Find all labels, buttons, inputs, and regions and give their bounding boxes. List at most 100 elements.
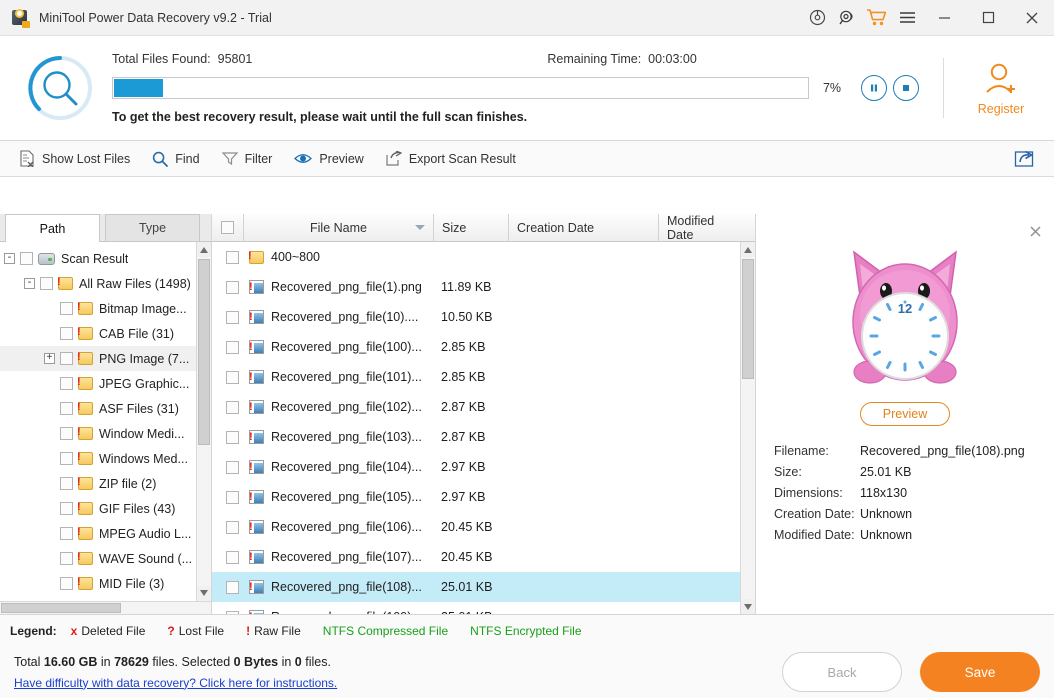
tree-item[interactable]: !GIF Files (43)	[0, 496, 196, 521]
tree-item[interactable]: !JPEG Graphic...	[0, 371, 196, 396]
row-checkbox[interactable]	[226, 491, 239, 504]
scroll-up-arrow[interactable]	[197, 242, 211, 257]
scroll-down-arrow[interactable]	[741, 599, 755, 614]
toolbar-share-button[interactable]	[1002, 141, 1046, 177]
tree-item-checkbox[interactable]	[60, 327, 73, 340]
row-checkbox[interactable]	[226, 581, 239, 594]
scroll-down-arrow[interactable]	[197, 586, 211, 601]
row-checkbox[interactable]	[226, 401, 239, 414]
column-header-creation-date[interactable]: Creation Date	[509, 214, 659, 242]
tree-item-checkbox[interactable]	[20, 252, 33, 265]
table-row[interactable]: !Recovered_png_file(1).png11.89 KB	[212, 272, 740, 302]
column-header-modified-date[interactable]: Modified Date	[659, 214, 749, 242]
maximize-icon[interactable]	[966, 0, 1010, 36]
row-checkbox[interactable]	[226, 461, 239, 474]
table-row[interactable]: !Recovered_png_file(109)...25.01 KB	[212, 602, 740, 614]
minimize-icon[interactable]	[922, 0, 966, 36]
tree-item[interactable]: !Window Medi...	[0, 421, 196, 446]
tree-item-checkbox[interactable]	[60, 352, 73, 365]
select-all-checkbox[interactable]	[221, 221, 234, 234]
tree-item[interactable]: !CAB File (31)	[0, 321, 196, 346]
tree-item[interactable]: +!PNG Image (7...	[0, 346, 196, 371]
toolbar-item-filter[interactable]: Filter	[211, 141, 284, 177]
tree-item-checkbox[interactable]	[60, 577, 73, 590]
tree-item-checkbox[interactable]	[60, 402, 73, 415]
scrollbar-thumb[interactable]	[198, 259, 210, 445]
scan-result-tree[interactable]: -Scan Result-!All Raw Files (1498)!Bitma…	[0, 242, 196, 601]
tree-item-checkbox[interactable]	[60, 527, 73, 540]
collapse-icon[interactable]: -	[4, 253, 15, 264]
table-row[interactable]: !Recovered_png_file(102)...2.87 KB	[212, 392, 740, 422]
expand-icon[interactable]: +	[44, 353, 55, 364]
table-row[interactable]: !Recovered_png_file(100)...2.85 KB	[212, 332, 740, 362]
register-button[interactable]: Register	[962, 61, 1040, 116]
close-icon[interactable]	[1026, 222, 1044, 240]
tab-type[interactable]: Type	[105, 214, 200, 241]
collapse-icon[interactable]: -	[24, 278, 35, 289]
preview-panel: 12 Preview Filename:Recovered_png_file(1…	[756, 214, 1054, 614]
tree-item[interactable]: -Scan Result	[0, 246, 196, 271]
select-all-checkbox-header[interactable]	[212, 214, 244, 242]
back-button[interactable]: Back	[782, 652, 902, 692]
table-row[interactable]: !Recovered_png_file(101)...2.85 KB	[212, 362, 740, 392]
headset-support-icon[interactable]	[832, 0, 862, 36]
tree-item-checkbox[interactable]	[60, 452, 73, 465]
tree-item[interactable]: !MID File (3)	[0, 571, 196, 596]
toolbar-item-preview[interactable]: Preview	[283, 141, 374, 177]
table-row[interactable]: !Recovered_png_file(108)...25.01 KB	[212, 572, 740, 602]
help-link[interactable]: Have difficulty with data recovery? Clic…	[14, 676, 782, 690]
toolbar-item-find[interactable]: Find	[141, 141, 210, 177]
tree-item-checkbox[interactable]	[60, 502, 73, 515]
metadata-value: 118x130	[860, 486, 907, 500]
row-checkbox[interactable]	[226, 521, 239, 534]
tree-item[interactable]: !WAVE Sound (...	[0, 546, 196, 571]
tree-item-checkbox[interactable]	[60, 552, 73, 565]
table-row[interactable]: !Recovered_png_file(103)...2.87 KB	[212, 422, 740, 452]
toolbar-item-show-lost-files[interactable]: Show Lost Files	[8, 141, 141, 177]
scrollbar-thumb[interactable]	[1, 603, 121, 613]
folder-raw-icon: !	[78, 427, 93, 440]
row-checkbox[interactable]	[226, 341, 239, 354]
scroll-up-arrow[interactable]	[741, 242, 755, 257]
row-checkbox[interactable]	[226, 431, 239, 444]
scrollbar-thumb[interactable]	[742, 259, 754, 379]
row-checkbox[interactable]	[226, 311, 239, 324]
tab-path[interactable]: Path	[5, 214, 100, 242]
table-row[interactable]: !Recovered_png_file(106)...20.45 KB	[212, 512, 740, 542]
save-button[interactable]: Save	[920, 652, 1040, 692]
table-row[interactable]: !Recovered_png_file(104)...2.97 KB	[212, 452, 740, 482]
table-row[interactable]: !Recovered_png_file(107)...20.45 KB	[212, 542, 740, 572]
table-row[interactable]: !Recovered_png_file(105)...2.97 KB	[212, 482, 740, 512]
shopping-cart-icon[interactable]	[862, 0, 892, 36]
tree-item-checkbox[interactable]	[60, 302, 73, 315]
column-header-size[interactable]: Size	[434, 214, 509, 242]
tree-item-checkbox[interactable]	[60, 427, 73, 440]
file-list-body[interactable]: !400~800!Recovered_png_file(1).png11.89 …	[212, 242, 740, 614]
tree-h-scrollbar[interactable]	[0, 601, 211, 614]
table-row[interactable]: !Recovered_png_file(10)....10.50 KB	[212, 302, 740, 332]
row-checkbox[interactable]	[226, 371, 239, 384]
tree-item[interactable]: !Windows Med...	[0, 446, 196, 471]
toolbar-item-export-scan-result[interactable]: Export Scan Result	[375, 141, 527, 177]
tree-item-checkbox[interactable]	[40, 277, 53, 290]
preview-button[interactable]: Preview	[860, 402, 950, 426]
pause-icon[interactable]	[861, 75, 887, 101]
tree-item[interactable]: !Bitmap Image...	[0, 296, 196, 321]
stop-icon[interactable]	[893, 75, 919, 101]
close-icon[interactable]	[1010, 0, 1054, 36]
tree-item-checkbox[interactable]	[60, 377, 73, 390]
tree-scrollbar[interactable]	[196, 242, 211, 601]
hamburger-menu-icon[interactable]	[892, 0, 922, 36]
tree-item[interactable]: !ZIP file (2)	[0, 471, 196, 496]
row-checkbox[interactable]	[226, 551, 239, 564]
column-header-file-name[interactable]: File Name	[244, 214, 434, 242]
tree-item-checkbox[interactable]	[60, 477, 73, 490]
file-list-scrollbar[interactable]	[740, 242, 755, 614]
disc-icon[interactable]	[802, 0, 832, 36]
row-checkbox[interactable]	[226, 281, 239, 294]
tree-item[interactable]: -!All Raw Files (1498)	[0, 271, 196, 296]
tree-item[interactable]: !ASF Files (31)	[0, 396, 196, 421]
row-checkbox[interactable]	[226, 251, 239, 264]
tree-item[interactable]: !MPEG Audio L...	[0, 521, 196, 546]
table-row[interactable]: !400~800	[212, 242, 740, 272]
